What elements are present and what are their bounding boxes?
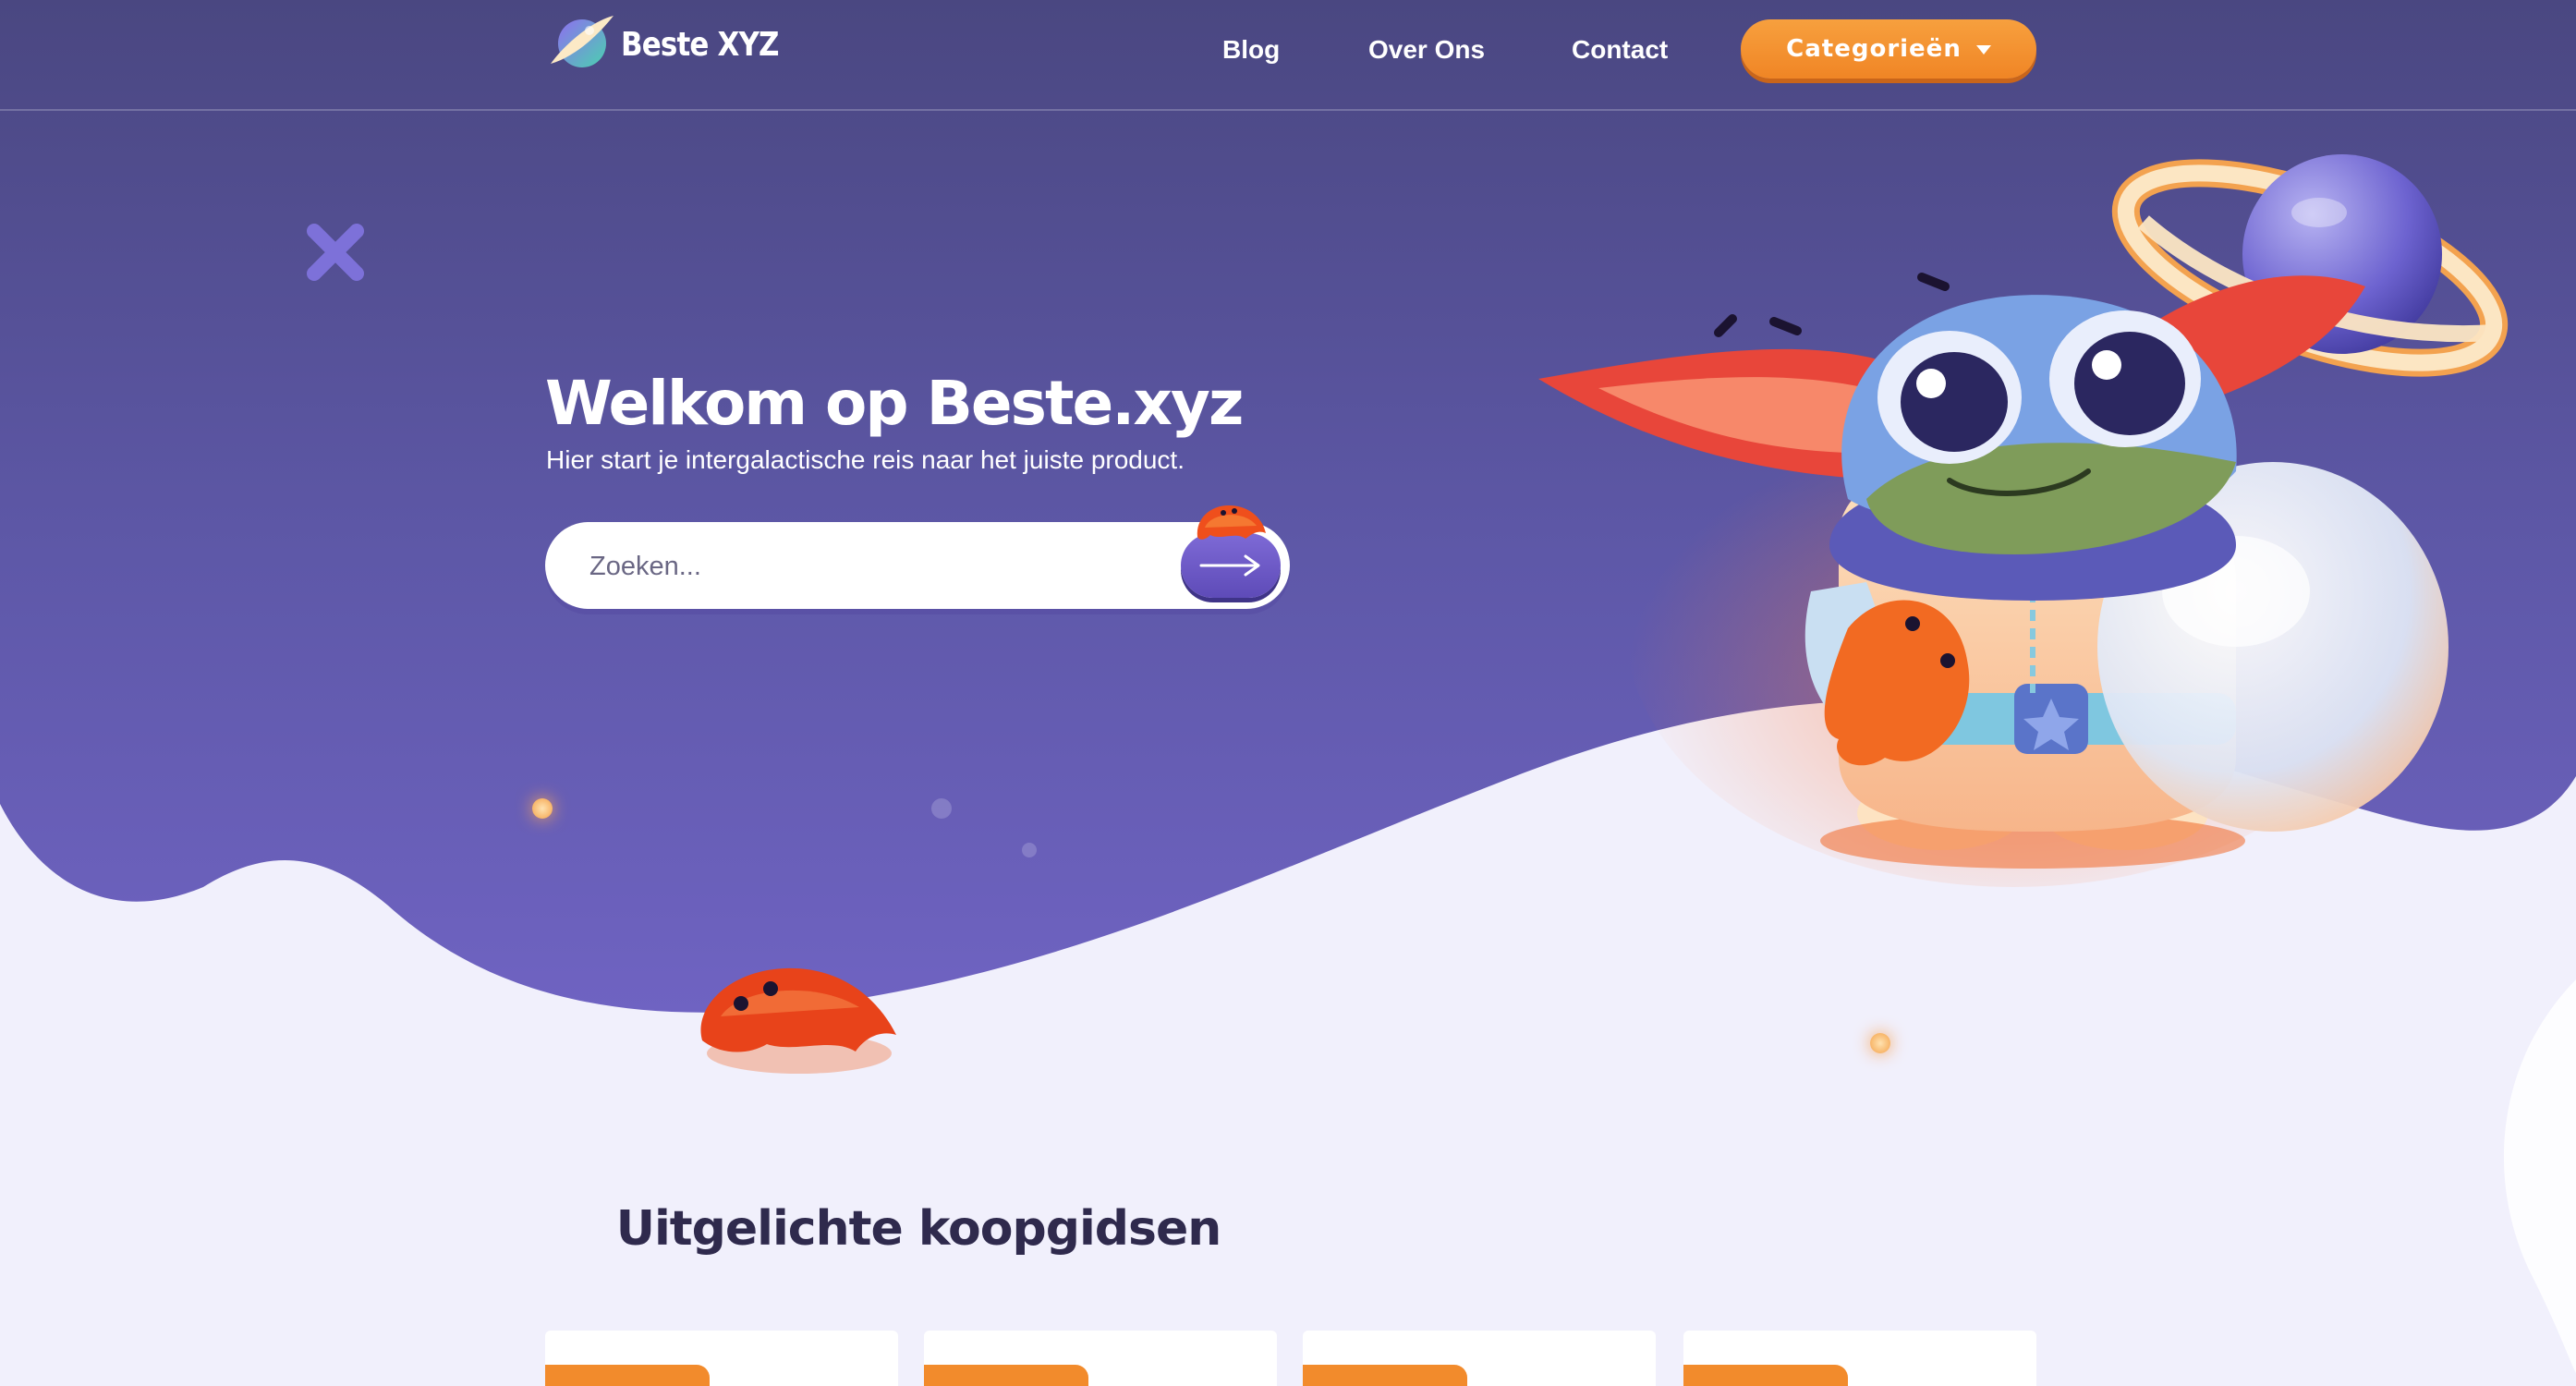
caret-down-icon xyxy=(1975,45,1991,55)
orange-crab-illustration xyxy=(700,967,896,1074)
glow-orb-dim xyxy=(931,798,952,819)
arrow-right-icon xyxy=(1199,554,1260,577)
site-logo[interactable]: Beste XYZ xyxy=(545,9,804,79)
glow-orb-orange xyxy=(532,798,553,819)
nav-contact-link[interactable]: Contact xyxy=(1572,29,1668,71)
card-category-badge xyxy=(924,1365,1088,1386)
guide-card[interactable] xyxy=(924,1331,1277,1386)
guide-card[interactable] xyxy=(1303,1331,1656,1386)
small-crab-illustration xyxy=(1197,505,1266,540)
brand-name: Beste XYZ xyxy=(621,25,779,64)
card-category-badge xyxy=(545,1365,710,1386)
space-frog-mascot xyxy=(1538,273,2448,887)
search-bar xyxy=(545,505,1290,611)
featured-section-title: Uitgelichte koopgidsen xyxy=(615,1201,1221,1257)
guide-card[interactable] xyxy=(1683,1331,2036,1386)
search-input[interactable] xyxy=(588,522,1146,611)
hero-title: Welkom op Beste.xyz xyxy=(545,368,1244,439)
glow-orb-dim xyxy=(1022,843,1037,857)
card-category-badge xyxy=(1303,1365,1467,1386)
card-category-badge xyxy=(1683,1365,1848,1386)
categories-dropdown-button[interactable]: Categorieën xyxy=(1741,19,2036,79)
site-header: Beste XYZ Blog Over Ons Contact Categori… xyxy=(0,0,2576,111)
nav-blog-link[interactable]: Blog xyxy=(1222,29,1280,71)
x-sparkle-icon xyxy=(307,224,364,281)
categories-label: Categorieën xyxy=(1786,35,1962,63)
nav-over-ons-link[interactable]: Over Ons xyxy=(1368,29,1485,71)
hero-subtitle: Hier start je intergalactische reis naar… xyxy=(546,445,1185,474)
glow-orb-orange xyxy=(1870,1033,1890,1053)
guide-card[interactable] xyxy=(545,1331,898,1386)
planet-logo-icon xyxy=(551,16,614,67)
